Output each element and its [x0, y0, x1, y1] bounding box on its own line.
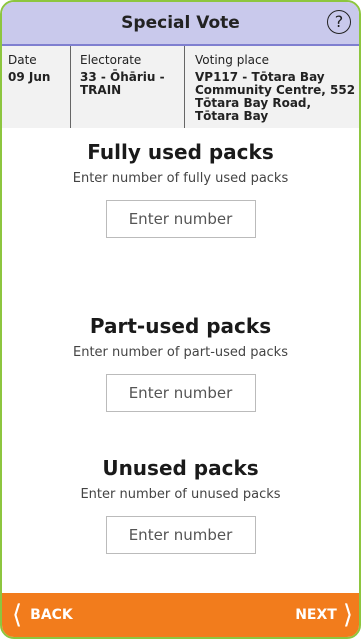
- chevron-right-icon: ⟩: [342, 600, 353, 630]
- info-panel: Date 09 Jun Electorate 33 - Ōhāriu - TRA…: [2, 46, 359, 128]
- next-button-label: NEXT: [295, 607, 337, 623]
- fully-used-subtitle: Enter number of fully used packs: [72, 171, 289, 186]
- part-used-title: Part-used packs: [89, 314, 272, 338]
- electorate-column: Electorate 33 - Ōhāriu - TRAIN: [70, 46, 180, 128]
- date-column: Date 09 Jun: [8, 46, 66, 128]
- header-bar: Special Vote ?: [2, 2, 359, 46]
- help-icon[interactable]: ?: [327, 10, 351, 34]
- fully-used-section: Fully used packs Enter number of fully u…: [2, 139, 359, 238]
- chevron-left-icon: ⟨: [12, 600, 23, 630]
- electorate-value: 33 - Ōhāriu - TRAIN: [80, 70, 165, 97]
- app-frame: Special Vote ? Date 09 Jun Electorate 33…: [0, 0, 361, 639]
- unused-title: Unused packs: [102, 456, 259, 480]
- part-used-input[interactable]: [105, 374, 256, 412]
- voting-place-label: Voting place: [195, 53, 269, 67]
- next-button[interactable]: NEXT ⟩: [295, 593, 353, 637]
- date-label: Date: [8, 53, 37, 67]
- voting-place-value: VP117 - Tōtara Bay Community Centre, 552…: [195, 70, 356, 123]
- part-used-subtitle: Enter number of part-used packs: [73, 345, 288, 360]
- unused-section: Unused packs Enter number of unused pack…: [2, 455, 359, 554]
- unused-subtitle: Enter number of unused packs: [80, 487, 281, 502]
- back-button[interactable]: ⟨ BACK: [12, 593, 73, 637]
- fully-used-title: Fully used packs: [87, 140, 274, 164]
- voting-place-column: Voting place VP117 - Tōtara Bay Communit…: [184, 46, 356, 128]
- back-button-label: BACK: [30, 607, 73, 623]
- page-title: Special Vote: [121, 13, 240, 33]
- unused-input[interactable]: [105, 516, 256, 554]
- electorate-label: Electorate: [80, 53, 142, 67]
- footer-bar: ⟨ BACK NEXT ⟩: [2, 593, 359, 637]
- date-value: 09 Jun: [8, 70, 51, 84]
- part-used-section: Part-used packs Enter number of part-use…: [2, 313, 359, 412]
- fully-used-input[interactable]: [105, 200, 256, 238]
